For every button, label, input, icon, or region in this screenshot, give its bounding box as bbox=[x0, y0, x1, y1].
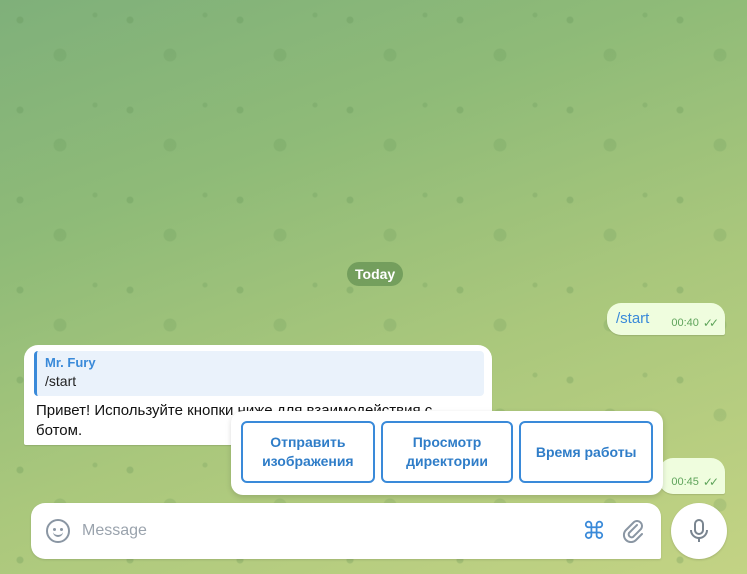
read-checks-icon: ✓✓ bbox=[702, 316, 719, 330]
message-text[interactable]: /start bbox=[616, 310, 649, 327]
outgoing-message[interactable]: /start 00:40 ✓✓ bbox=[607, 303, 725, 335]
inline-keyboard: Отправить изображения Просмотр директори… bbox=[231, 411, 663, 495]
message-meta: 00:40 ✓✓ bbox=[671, 316, 719, 330]
microphone-button[interactable] bbox=[671, 503, 727, 559]
read-checks-icon: ✓✓ bbox=[702, 475, 719, 489]
command-icon[interactable]: ⌘ bbox=[582, 517, 606, 546]
message-time: 00:40 bbox=[671, 317, 699, 329]
message-meta: 00:45 ✓✓ bbox=[671, 475, 719, 489]
reply-author: Mr. Fury bbox=[45, 355, 96, 370]
microphone-icon bbox=[690, 519, 708, 542]
smile-icon[interactable] bbox=[46, 519, 70, 543]
message-time: 00:45 bbox=[671, 476, 699, 488]
send-images-button[interactable]: Отправить изображения bbox=[241, 421, 375, 483]
paperclip-icon[interactable] bbox=[622, 519, 644, 548]
outgoing-message[interactable]: 00:45 ✓✓ bbox=[659, 458, 725, 494]
uptime-button[interactable]: Время работы bbox=[519, 421, 654, 483]
reply-preview[interactable]: Mr. Fury /start bbox=[34, 351, 484, 396]
message-composer: ⌘ bbox=[31, 503, 661, 559]
view-directory-button[interactable]: Просмотр директории bbox=[380, 421, 514, 483]
message-input[interactable] bbox=[82, 520, 562, 542]
date-separator: Today bbox=[347, 262, 404, 286]
reply-text: /start bbox=[45, 373, 77, 389]
